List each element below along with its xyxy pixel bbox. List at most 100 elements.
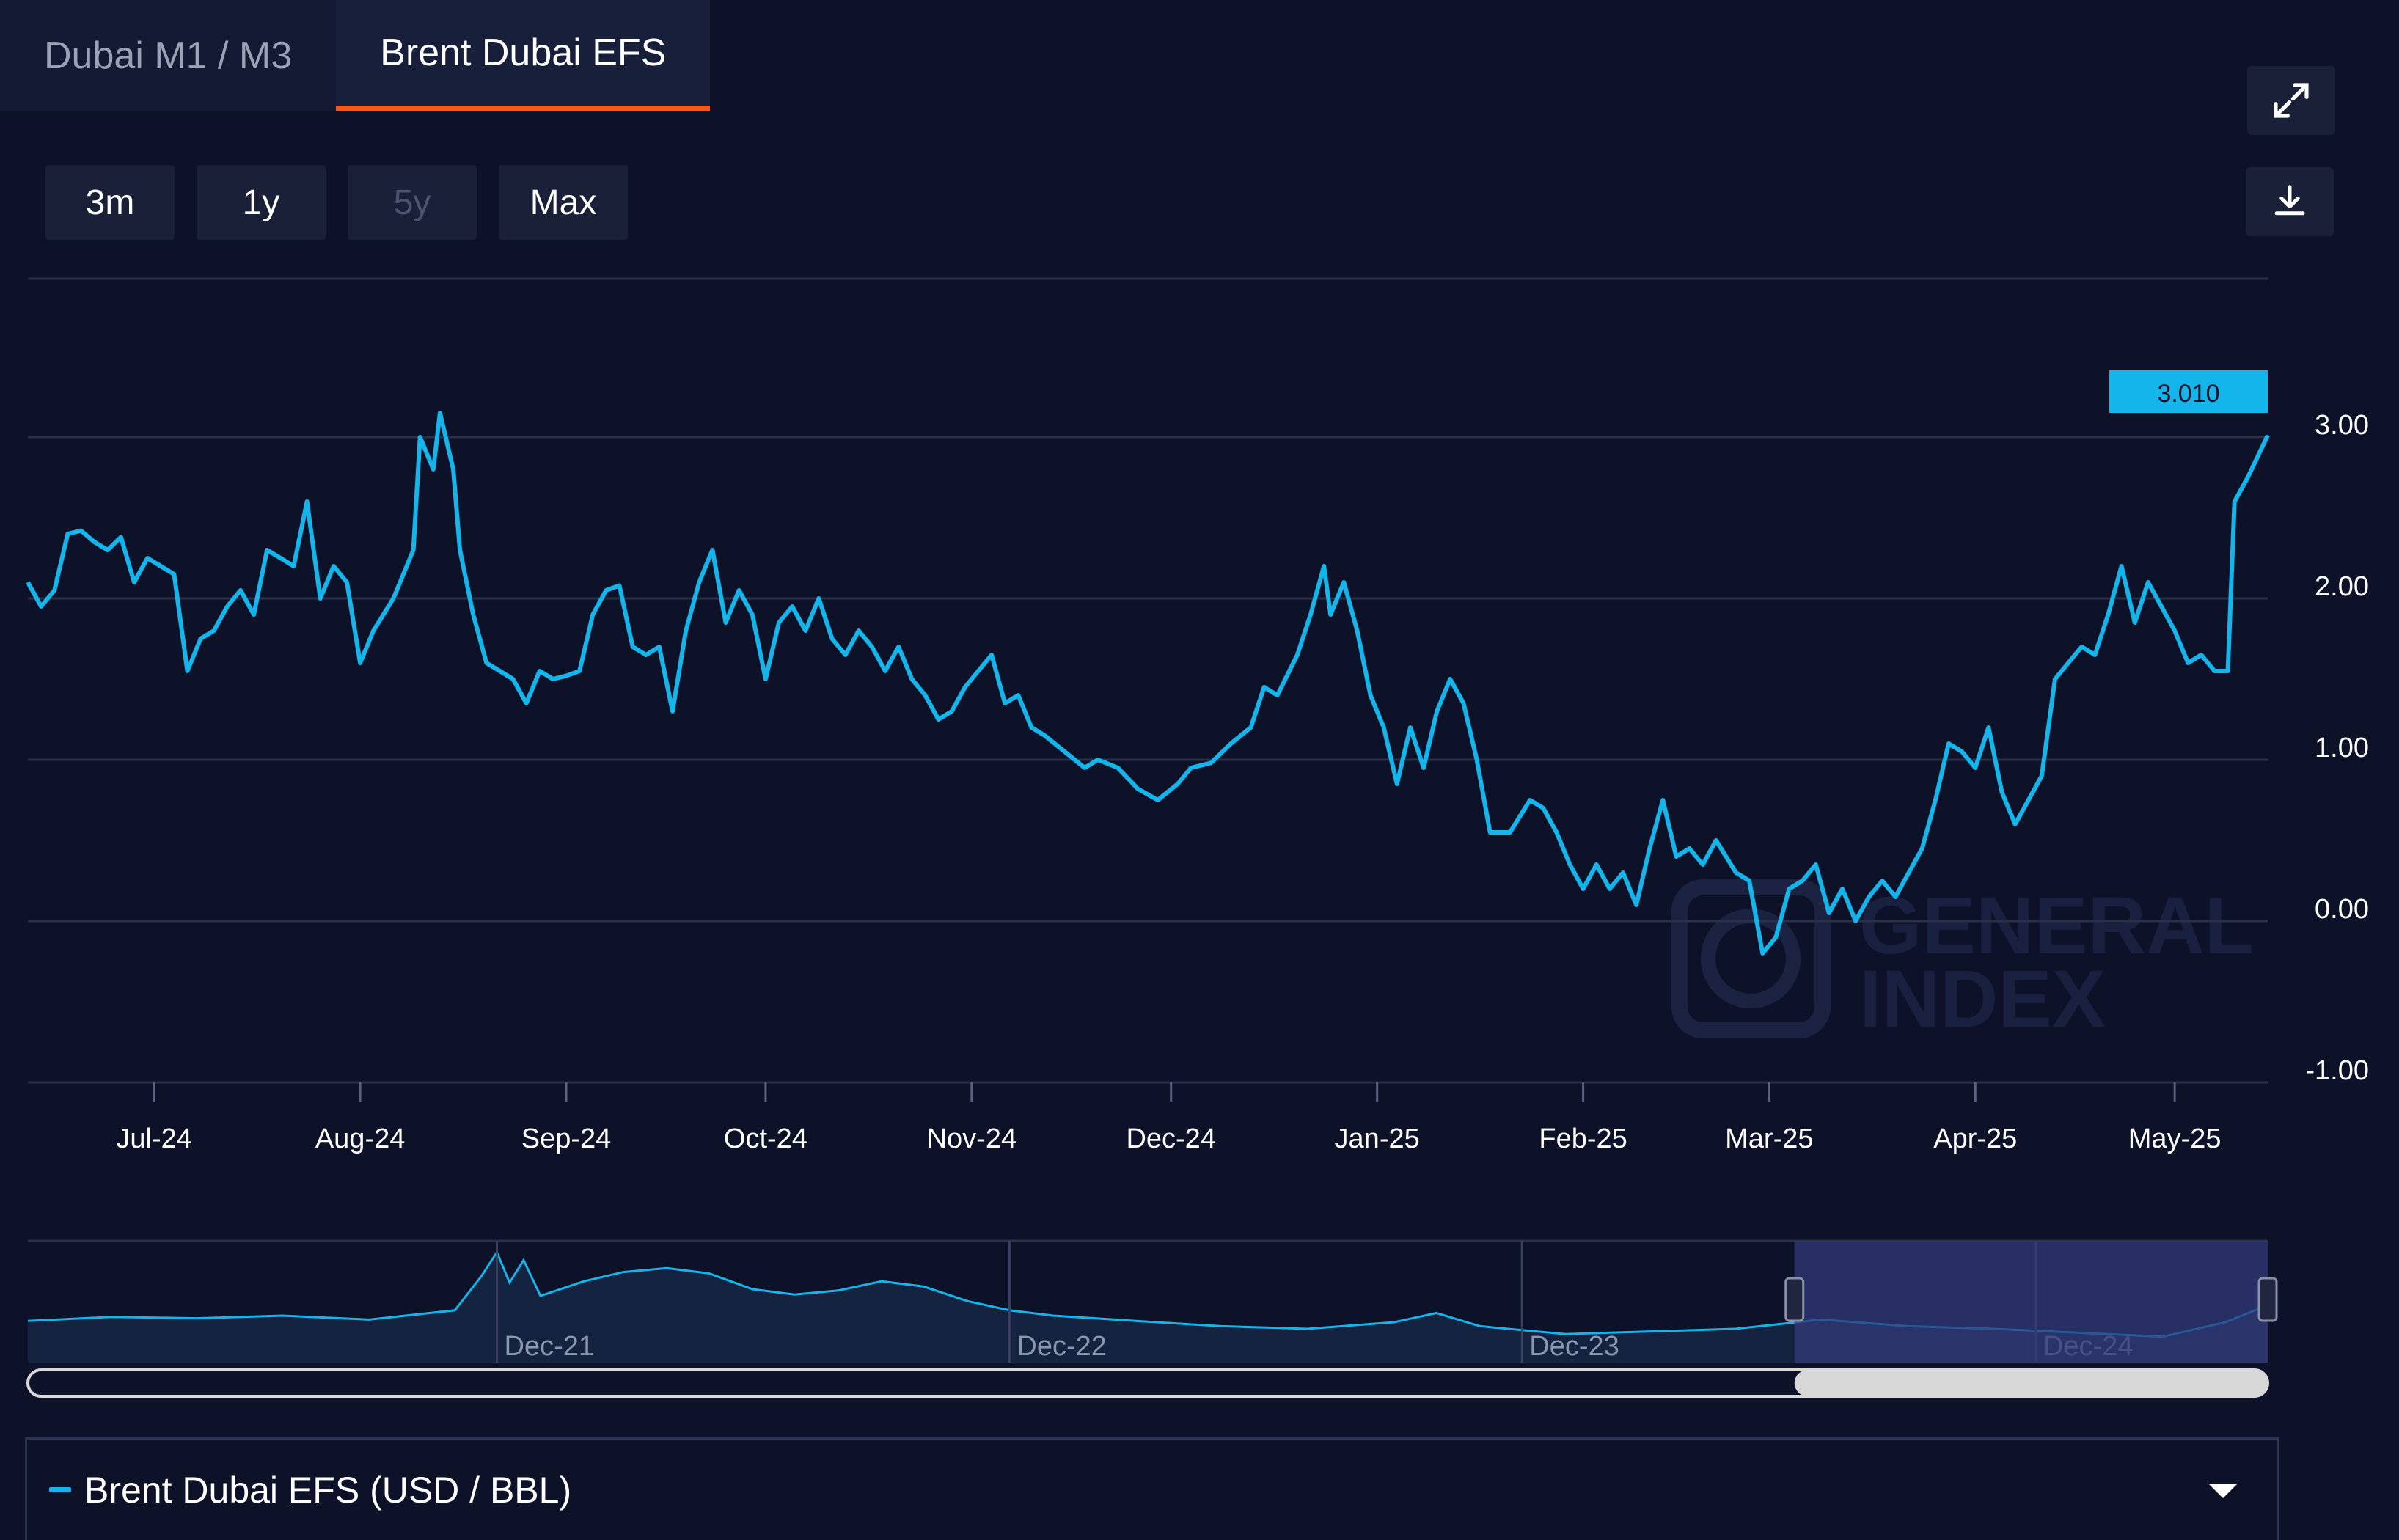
data-point xyxy=(459,549,461,551)
data-point xyxy=(765,678,766,680)
data-point xyxy=(67,533,69,535)
x-tick-label: Oct-24 xyxy=(724,1123,807,1154)
y-tick-label: -1.00 xyxy=(2305,1055,2369,1086)
data-point xyxy=(1230,743,1232,744)
data-point xyxy=(1396,783,1398,785)
data-point xyxy=(951,711,953,712)
x-tick-label: May-25 xyxy=(2128,1123,2222,1154)
data-point xyxy=(472,614,474,615)
data-point xyxy=(1369,694,1371,696)
series-line xyxy=(26,411,2270,956)
data-point xyxy=(964,686,966,688)
x-tick-label: Jan-25 xyxy=(1335,1123,1420,1154)
x-tick-label: Feb-25 xyxy=(1539,1123,1627,1154)
data-point xyxy=(991,654,992,656)
data-point xyxy=(645,654,647,656)
data-point xyxy=(93,541,95,543)
data-point xyxy=(1662,799,1664,801)
data-point xyxy=(392,598,395,599)
data-point xyxy=(711,549,714,551)
data-point xyxy=(1762,953,1764,954)
data-point xyxy=(240,590,241,591)
x-tick-label: Sep-24 xyxy=(521,1123,612,1154)
data-point xyxy=(1801,880,1803,881)
data-point xyxy=(1609,888,1611,890)
data-point xyxy=(419,436,421,438)
x-tick-label: Jul-24 xyxy=(116,1123,192,1154)
data-point xyxy=(433,469,434,470)
data-point xyxy=(2041,775,2043,777)
data-point xyxy=(1449,678,1451,680)
data-point xyxy=(698,582,700,583)
navigator-selection[interactable] xyxy=(1794,1241,2268,1363)
data-point xyxy=(1489,832,1491,833)
data-point xyxy=(1715,840,1717,841)
data-point xyxy=(227,606,228,607)
data-point xyxy=(512,678,514,680)
data-point xyxy=(538,670,541,672)
last-value-label: 3.010 xyxy=(2109,370,2268,413)
y-tick-label: 3.00 xyxy=(2315,410,2369,441)
data-point xyxy=(1190,767,1192,769)
data-point xyxy=(1881,880,1883,881)
data-point xyxy=(978,670,979,672)
data-point xyxy=(346,582,348,583)
data-point xyxy=(439,412,441,414)
data-point xyxy=(173,573,175,575)
data-point xyxy=(199,638,202,639)
chevron-down-icon[interactable] xyxy=(2207,1482,2239,1501)
data-point xyxy=(27,582,29,583)
data-point xyxy=(486,662,488,664)
data-point xyxy=(1974,767,1977,769)
data-point xyxy=(831,638,833,639)
watermark-line2: INDEX xyxy=(1859,954,2106,1044)
data-point xyxy=(1509,832,1511,833)
legend-label: Brent Dubai EFS (USD / BBL) xyxy=(84,1469,572,1511)
data-point xyxy=(1948,743,1949,744)
data-point xyxy=(2067,662,2069,664)
data-point xyxy=(1569,864,1571,865)
data-point xyxy=(1382,727,1385,728)
legend-swatch xyxy=(49,1487,71,1492)
data-point xyxy=(1961,751,1963,752)
data-point xyxy=(359,662,361,664)
y-axis: 3.00 2.00 1.00 0.00 -1.00 xyxy=(2305,410,2369,1086)
x-tick-label: Mar-25 xyxy=(1725,1123,1813,1154)
navigator-label: Dec-23 xyxy=(1529,1331,1619,1362)
data-point xyxy=(1476,759,1478,760)
data-point xyxy=(2094,654,2096,656)
data-point xyxy=(805,630,807,631)
navigator-scrollbar-thumb[interactable] xyxy=(1794,1370,2268,1396)
data-point xyxy=(253,614,254,615)
navigator-handle[interactable] xyxy=(2257,1277,2278,1322)
data-point xyxy=(2233,501,2235,502)
watermark: GENERAL INDEX xyxy=(1671,879,2254,1044)
data-point xyxy=(412,549,414,551)
data-point xyxy=(2027,799,2029,801)
data-point xyxy=(2081,646,2083,648)
x-tick-label: Aug-24 xyxy=(315,1123,406,1154)
data-point xyxy=(605,590,607,591)
data-point xyxy=(333,565,334,567)
data-point xyxy=(1688,848,1691,849)
data-point xyxy=(1775,936,1777,938)
data-point xyxy=(2001,791,2003,793)
data-point xyxy=(857,630,860,631)
legend[interactable]: Brent Dubai EFS (USD / BBL) xyxy=(25,1437,2279,1540)
data-point xyxy=(1542,807,1545,809)
x-tick-label: Nov-24 xyxy=(927,1123,1017,1154)
data-point xyxy=(1423,767,1424,769)
data-point xyxy=(672,711,673,712)
data-point xyxy=(1330,614,1332,615)
data-point xyxy=(1935,799,1936,801)
data-point xyxy=(1004,703,1006,704)
data-point xyxy=(911,678,913,680)
navigator-handle[interactable] xyxy=(1784,1277,1805,1322)
data-point xyxy=(884,670,886,672)
data-point xyxy=(738,590,740,591)
data-point xyxy=(2187,662,2189,664)
data-point xyxy=(453,469,454,470)
navigator[interactable]: Dec-21Dec-22Dec-23Dec-24 xyxy=(26,1239,2278,1398)
data-point xyxy=(1210,762,1212,764)
data-point xyxy=(1343,582,1345,583)
